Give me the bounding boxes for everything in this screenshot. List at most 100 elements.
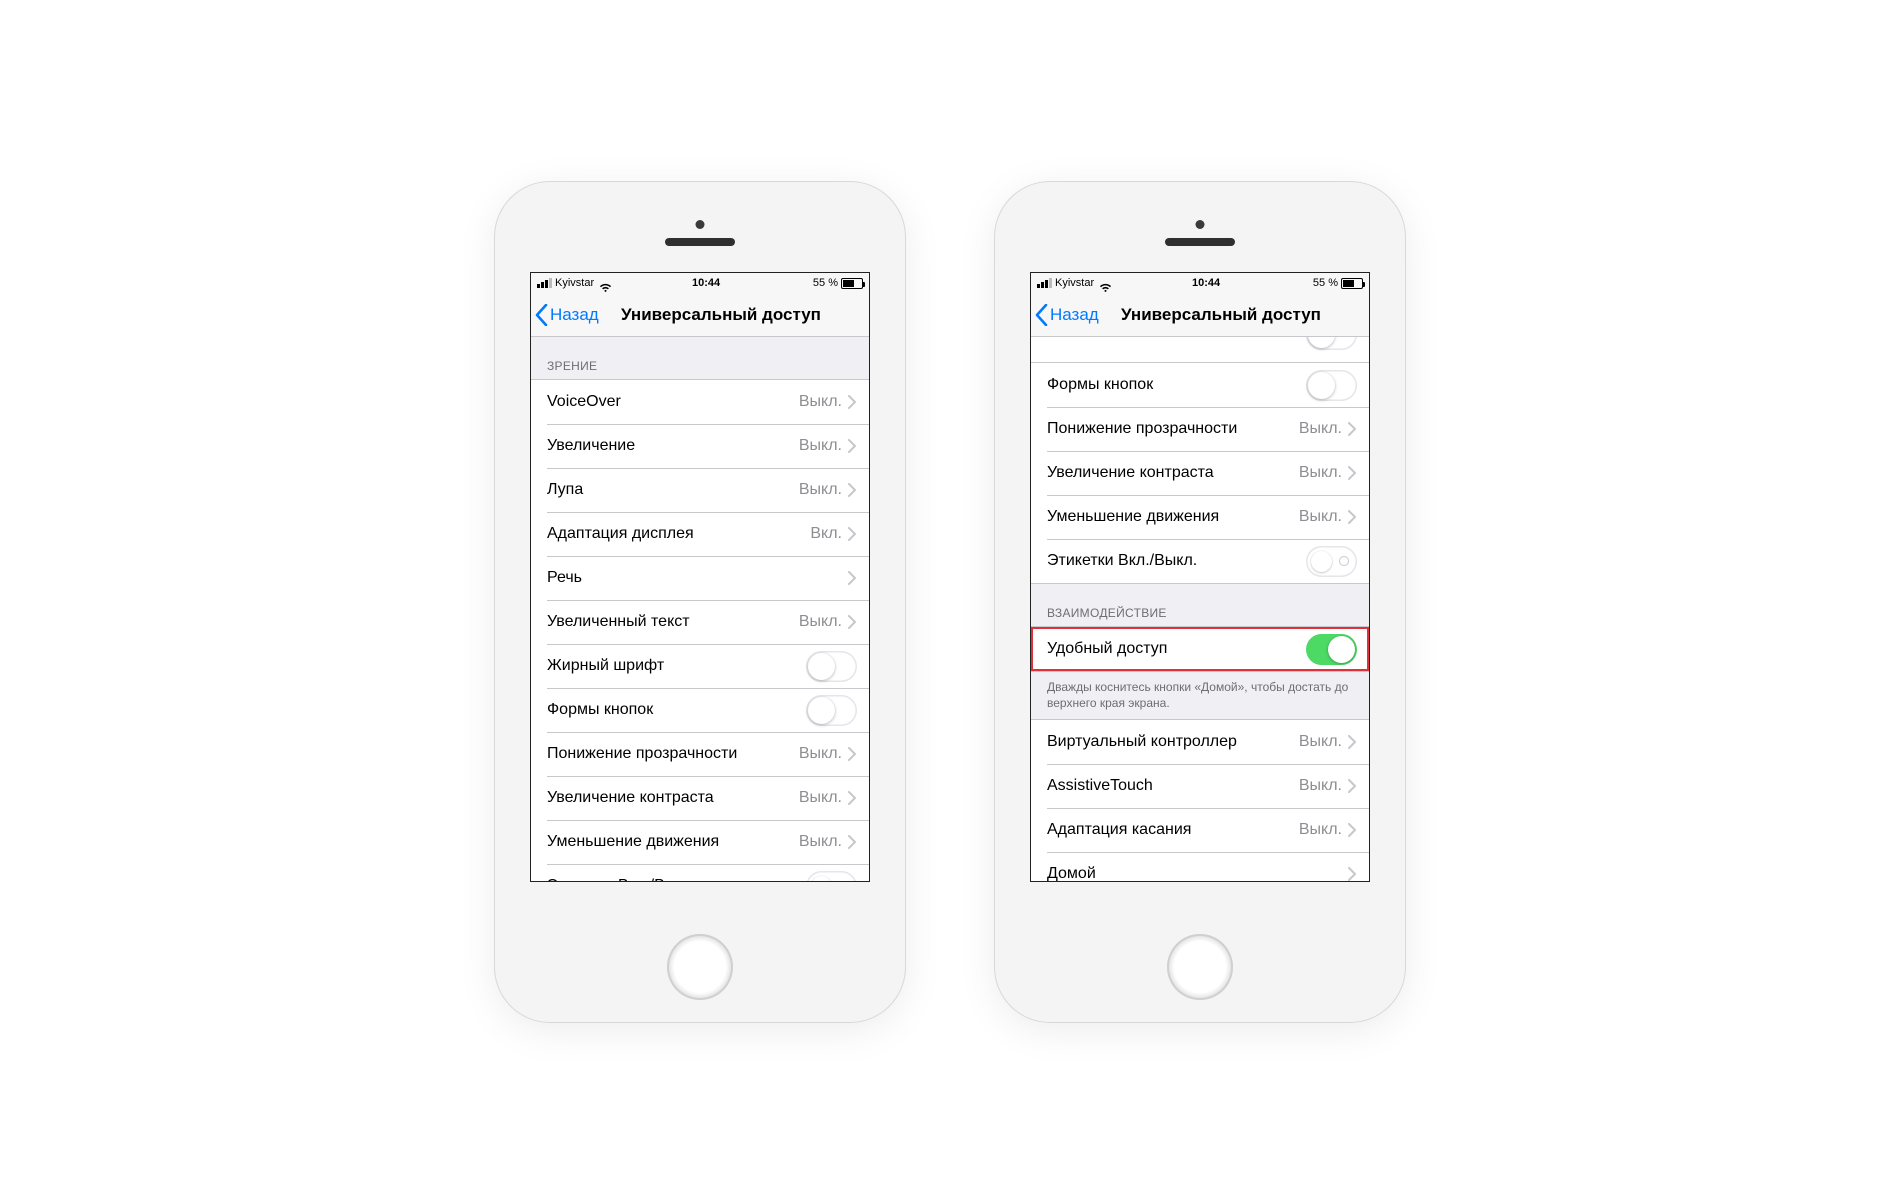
chevron-right-icon xyxy=(848,791,857,805)
home-button[interactable] xyxy=(667,934,733,1000)
chevron-right-icon xyxy=(848,395,857,409)
row-label: Этикетки Вкл./Выкл. xyxy=(1047,552,1306,570)
row-onoff-labels[interactable]: Этикетки Вкл./Выкл. xyxy=(531,864,869,881)
row-label: AssistiveTouch xyxy=(1047,777,1299,795)
row-reachability[interactable]: Удобный доступ xyxy=(1031,627,1369,671)
row-touch-accommodations[interactable]: Адаптация касания Выкл. xyxy=(1031,808,1369,852)
row-label: Этикетки Вкл./Выкл. xyxy=(547,877,806,881)
page-title: Универсальный доступ xyxy=(531,305,869,325)
row-value: Выкл. xyxy=(1299,420,1342,438)
row-label: Виртуальный контроллер xyxy=(1047,733,1299,751)
chevron-right-icon xyxy=(848,615,857,629)
chevron-right-icon xyxy=(848,483,857,497)
row-zoom[interactable]: Увеличение Выкл. xyxy=(531,424,869,468)
row-label: Адаптация касания xyxy=(1047,821,1299,839)
page-title: Универсальный доступ xyxy=(1031,305,1369,325)
row-label: Удобный доступ xyxy=(1047,640,1306,658)
row-assistivetouch[interactable]: AssistiveTouch Выкл. xyxy=(1031,764,1369,808)
section-footer-reachability: Дважды коснитесь кнопки «Домой», чтобы д… xyxy=(1031,672,1369,719)
chevron-right-icon xyxy=(1348,422,1357,436)
status-bar: Kyivstar 10:44 55 % xyxy=(1031,273,1369,293)
row-label: Понижение прозрачности xyxy=(1047,420,1299,438)
row-reduce-transparency[interactable]: Понижение прозрачности Выкл. xyxy=(531,732,869,776)
row-partial-top xyxy=(1031,337,1369,363)
battery-indicator: 55 % xyxy=(813,277,863,289)
row-label: Увеличение xyxy=(547,437,799,455)
row-voiceover[interactable]: VoiceOver Выкл. xyxy=(531,380,869,424)
row-label: Увеличение контраста xyxy=(547,789,799,807)
row-label: Лупа xyxy=(547,481,799,499)
row-label: Увеличенный текст xyxy=(547,613,799,631)
toggle-onoff-labels[interactable] xyxy=(806,871,857,882)
chevron-right-icon xyxy=(848,747,857,761)
battery-indicator: 55 % xyxy=(1313,277,1363,289)
carrier-label: Kyivstar xyxy=(1055,277,1094,289)
chevron-right-icon xyxy=(848,439,857,453)
row-value: Выкл. xyxy=(1299,777,1342,795)
toggle-reachability[interactable] xyxy=(1306,634,1357,665)
row-value: Вкл. xyxy=(810,525,842,543)
row-onoff-labels[interactable]: Этикетки Вкл./Выкл. xyxy=(1031,539,1369,583)
row-label: Жирный шрифт xyxy=(547,657,806,675)
row-label: Формы кнопок xyxy=(1047,376,1306,394)
row-label: Адаптация дисплея xyxy=(547,525,810,543)
row-display-accommodations[interactable]: Адаптация дисплея Вкл. xyxy=(531,512,869,556)
row-value: Выкл. xyxy=(799,613,842,631)
row-value: Выкл. xyxy=(799,481,842,499)
chevron-right-icon xyxy=(1348,510,1357,524)
screen-left: Kyivstar 10:44 55 % Назад Универсальный … xyxy=(530,272,870,882)
carrier-label: Kyivstar xyxy=(555,277,594,289)
row-label: VoiceOver xyxy=(547,393,799,411)
row-value: Выкл. xyxy=(799,745,842,763)
section-header-interaction: ВЗАИМОДЕЙСТВИЕ xyxy=(1031,584,1369,626)
navigation-bar: Назад Универсальный доступ xyxy=(531,293,869,337)
row-value: Выкл. xyxy=(799,393,842,411)
toggle-partial[interactable] xyxy=(1306,337,1357,350)
status-bar: Kyivstar 10:44 55 % xyxy=(531,273,869,293)
row-larger-text[interactable]: Увеличенный текст Выкл. xyxy=(531,600,869,644)
toggle-bold-text[interactable] xyxy=(806,651,857,682)
row-reduce-motion[interactable]: Уменьшение движения Выкл. xyxy=(531,820,869,864)
row-speech[interactable]: Речь xyxy=(531,556,869,600)
chevron-right-icon xyxy=(1348,735,1357,749)
row-increase-contrast[interactable]: Увеличение контраста Выкл. xyxy=(531,776,869,820)
row-value: Выкл. xyxy=(1299,733,1342,751)
row-label: Уменьшение движения xyxy=(547,833,799,851)
row-switch-control[interactable]: Виртуальный контроллер Выкл. xyxy=(1031,720,1369,764)
row-home-button[interactable]: Домой xyxy=(1031,852,1369,881)
row-reduce-transparency[interactable]: Понижение прозрачности Выкл. xyxy=(1031,407,1369,451)
signal-icon xyxy=(537,278,552,288)
row-reduce-motion[interactable]: Уменьшение движения Выкл. xyxy=(1031,495,1369,539)
row-button-shapes[interactable]: Формы кнопок xyxy=(1031,363,1369,407)
row-button-shapes[interactable]: Формы кнопок xyxy=(531,688,869,732)
row-label: Увеличение контраста xyxy=(1047,464,1299,482)
row-bold-text[interactable]: Жирный шрифт xyxy=(531,644,869,688)
row-value: Выкл. xyxy=(1299,464,1342,482)
chevron-right-icon xyxy=(1348,867,1357,881)
phone-right: Kyivstar 10:44 55 % Назад Универсальный … xyxy=(995,182,1405,1022)
screen-right: Kyivstar 10:44 55 % Назад Универсальный … xyxy=(1030,272,1370,882)
chevron-right-icon xyxy=(848,835,857,849)
navigation-bar: Назад Универсальный доступ xyxy=(1031,293,1369,337)
section-header-vision: ЗРЕНИЕ xyxy=(531,337,869,379)
toggle-onoff-labels[interactable] xyxy=(1306,546,1357,577)
toggle-button-shapes[interactable] xyxy=(1306,370,1357,401)
chevron-right-icon xyxy=(1348,466,1357,480)
row-label: Формы кнопок xyxy=(547,701,806,719)
signal-icon xyxy=(1037,278,1052,288)
clock: 10:44 xyxy=(692,277,720,289)
chevron-right-icon xyxy=(1348,823,1357,837)
chevron-right-icon xyxy=(848,571,857,585)
row-increase-contrast[interactable]: Увеличение контраста Выкл. xyxy=(1031,451,1369,495)
row-magnifier[interactable]: Лупа Выкл. xyxy=(531,468,869,512)
chevron-right-icon xyxy=(848,527,857,541)
row-value: Выкл. xyxy=(1299,821,1342,839)
clock: 10:44 xyxy=(1192,277,1220,289)
toggle-button-shapes[interactable] xyxy=(806,695,857,726)
row-label: Домой xyxy=(1047,865,1348,881)
chevron-right-icon xyxy=(1348,779,1357,793)
row-value: Выкл. xyxy=(799,789,842,807)
row-label: Уменьшение движения xyxy=(1047,508,1299,526)
row-label: Понижение прозрачности xyxy=(547,745,799,763)
home-button[interactable] xyxy=(1167,934,1233,1000)
